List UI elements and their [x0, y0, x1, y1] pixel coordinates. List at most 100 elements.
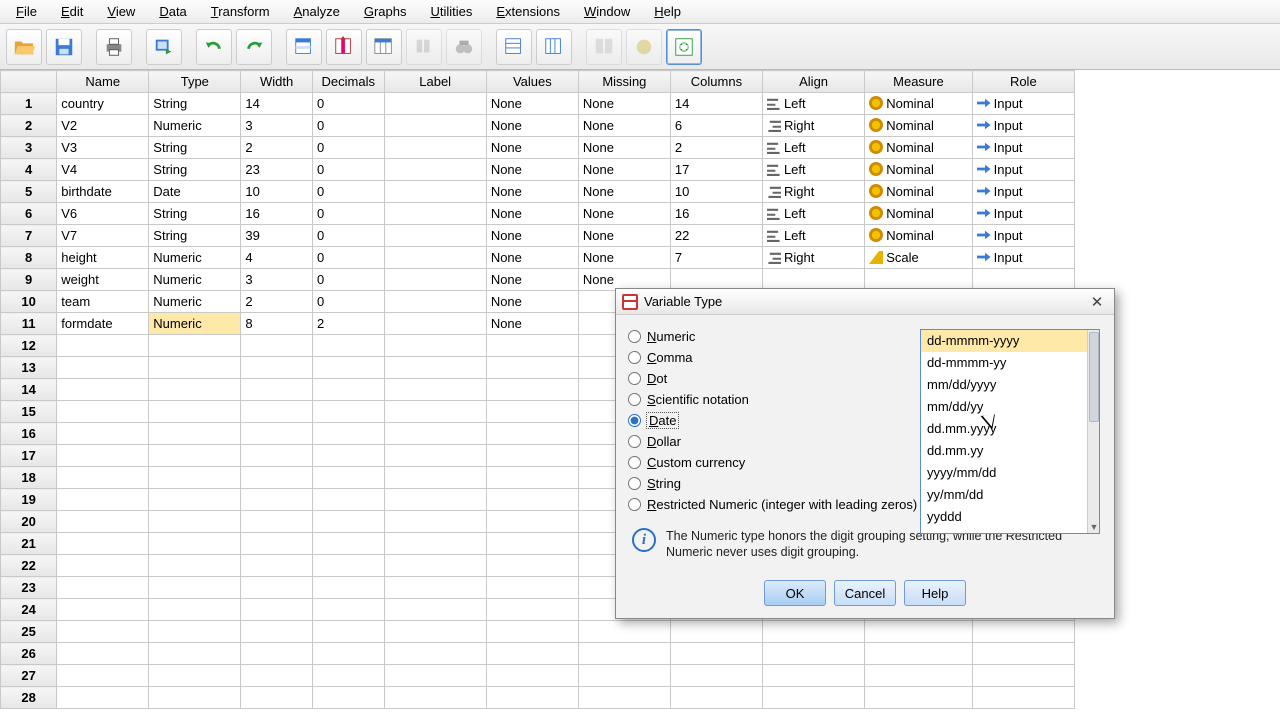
date-format-list[interactable]: dd-mmmm-yyyydd-mmmm-yymm/dd/yyyymm/dd/yy… — [920, 329, 1100, 534]
empty-cell[interactable] — [578, 687, 670, 709]
column-header-columns[interactable]: Columns — [670, 71, 762, 93]
empty-cell[interactable] — [57, 489, 149, 511]
empty-cell[interactable] — [57, 577, 149, 599]
cell-align[interactable]: Left — [762, 93, 864, 115]
empty-cell[interactable] — [486, 533, 578, 555]
cell-values[interactable]: None — [486, 225, 578, 247]
cell-missing[interactable]: None — [578, 159, 670, 181]
cell-type[interactable]: Date — [149, 181, 241, 203]
empty-cell[interactable] — [241, 621, 313, 643]
empty-cell[interactable] — [762, 643, 864, 665]
empty-cell[interactable] — [384, 643, 486, 665]
row-header[interactable]: 6 — [1, 203, 57, 225]
empty-cell[interactable] — [241, 555, 313, 577]
empty-cell[interactable] — [670, 687, 762, 709]
cell-role[interactable]: Input — [972, 247, 1074, 269]
empty-cell[interactable] — [57, 357, 149, 379]
cell-align[interactable]: Left — [762, 203, 864, 225]
cell-width[interactable]: 14 — [241, 93, 313, 115]
cell-decimals[interactable]: 0 — [312, 93, 384, 115]
empty-cell[interactable] — [384, 555, 486, 577]
date-format-option[interactable]: mm/dd/yy — [921, 396, 1099, 418]
empty-cell[interactable] — [312, 643, 384, 665]
cell-width[interactable]: 10 — [241, 181, 313, 203]
cell-label[interactable] — [384, 181, 486, 203]
empty-cell[interactable] — [312, 489, 384, 511]
cell-name[interactable]: team — [57, 291, 149, 313]
cell-type[interactable]: Numeric — [149, 291, 241, 313]
cell-decimals[interactable]: 0 — [312, 159, 384, 181]
cell-name[interactable]: V7 — [57, 225, 149, 247]
empty-cell[interactable] — [149, 401, 241, 423]
empty-cell[interactable] — [241, 511, 313, 533]
empty-cell[interactable] — [384, 489, 486, 511]
cell-label[interactable] — [384, 313, 486, 335]
cell-name[interactable]: V6 — [57, 203, 149, 225]
cell-measure[interactable]: Nominal — [865, 115, 972, 137]
empty-cell[interactable] — [149, 665, 241, 687]
empty-cell[interactable] — [384, 445, 486, 467]
empty-cell[interactable] — [241, 467, 313, 489]
cell-missing[interactable]: None — [578, 115, 670, 137]
empty-cell[interactable] — [578, 665, 670, 687]
empty-cell[interactable] — [149, 511, 241, 533]
empty-cell[interactable] — [486, 511, 578, 533]
row-header[interactable]: 25 — [1, 621, 57, 643]
date-format-option[interactable]: dd.mm.yy — [921, 440, 1099, 462]
cell-label[interactable] — [384, 203, 486, 225]
empty-cell[interactable] — [57, 665, 149, 687]
empty-cell[interactable] — [486, 467, 578, 489]
menu-file[interactable]: File — [4, 4, 49, 19]
date-format-option[interactable]: mm/dd/yyyy — [921, 374, 1099, 396]
cell-type[interactable]: String — [149, 137, 241, 159]
column-header-role[interactable]: Role — [972, 71, 1074, 93]
empty-cell[interactable] — [762, 621, 864, 643]
empty-cell[interactable] — [241, 687, 313, 709]
cell-width[interactable]: 16 — [241, 203, 313, 225]
empty-cell[interactable] — [241, 335, 313, 357]
variables-icon[interactable] — [366, 29, 402, 65]
help-button[interactable]: Help — [904, 580, 966, 606]
cell-decimals[interactable]: 0 — [312, 137, 384, 159]
cell-align[interactable]: Left — [762, 159, 864, 181]
cell-values[interactable]: None — [486, 247, 578, 269]
date-format-option[interactable]: dd-mmmm-yyyy — [921, 330, 1099, 352]
scroll-thumb[interactable] — [1089, 332, 1099, 422]
save-icon[interactable] — [46, 29, 82, 65]
cell-measure[interactable]: Nominal — [865, 203, 972, 225]
empty-cell[interactable] — [486, 643, 578, 665]
empty-cell[interactable] — [57, 511, 149, 533]
cell-role[interactable]: Input — [972, 203, 1074, 225]
row-header[interactable]: 23 — [1, 577, 57, 599]
cell-label[interactable] — [384, 93, 486, 115]
cell-missing[interactable]: None — [578, 203, 670, 225]
weight-cases-icon[interactable] — [626, 29, 662, 65]
cell-values[interactable]: None — [486, 181, 578, 203]
cell-decimals[interactable]: 0 — [312, 115, 384, 137]
cell-align[interactable]: Right — [762, 247, 864, 269]
date-format-option[interactable]: dd.mm.yyyy — [921, 418, 1099, 440]
empty-cell[interactable] — [241, 379, 313, 401]
cell-type[interactable]: String — [149, 225, 241, 247]
cell-decimals[interactable]: 0 — [312, 247, 384, 269]
cell-label[interactable] — [384, 225, 486, 247]
cell-measure[interactable]: Nominal — [865, 137, 972, 159]
row-header[interactable]: 5 — [1, 181, 57, 203]
cell-missing[interactable]: None — [578, 247, 670, 269]
goto-variable-icon[interactable] — [326, 29, 362, 65]
empty-cell[interactable] — [312, 599, 384, 621]
cell-missing[interactable]: None — [578, 181, 670, 203]
empty-cell[interactable] — [384, 335, 486, 357]
empty-cell[interactable] — [149, 489, 241, 511]
cell-decimals[interactable]: 0 — [312, 225, 384, 247]
cell-values[interactable]: None — [486, 269, 578, 291]
cell-role[interactable]: Input — [972, 93, 1074, 115]
empty-cell[interactable] — [312, 577, 384, 599]
column-header-width[interactable]: Width — [241, 71, 313, 93]
date-format-option[interactable]: yyddd — [921, 506, 1099, 528]
empty-cell[interactable] — [57, 533, 149, 555]
empty-cell[interactable] — [149, 577, 241, 599]
row-header[interactable]: 15 — [1, 401, 57, 423]
empty-cell[interactable] — [486, 423, 578, 445]
empty-cell[interactable] — [384, 577, 486, 599]
